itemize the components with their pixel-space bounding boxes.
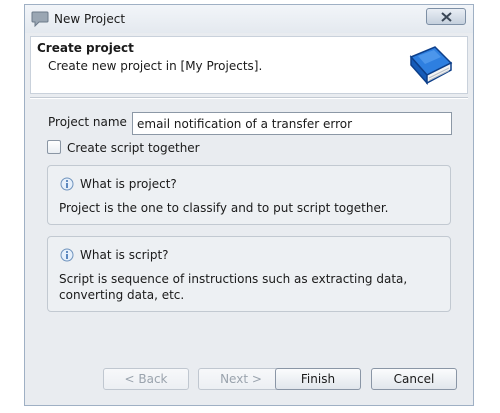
create-script-checkbox[interactable] (47, 140, 61, 154)
close-button[interactable] (426, 8, 466, 25)
title-bar[interactable]: New Project (25, 5, 473, 33)
book-icon (409, 46, 453, 85)
close-icon (441, 12, 452, 22)
header-subtitle: Create new project in [My Projects]. (48, 59, 263, 73)
wizard-header: Create project Create new project in [My… (30, 36, 468, 94)
script-info-title: What is script? (80, 248, 169, 262)
back-button[interactable]: < Back (103, 368, 189, 390)
cancel-button[interactable]: Cancel (371, 368, 457, 390)
speech-bubble-icon (31, 11, 49, 27)
project-name-label: Project name (48, 115, 127, 129)
finish-button[interactable]: Finish (275, 368, 361, 390)
project-info-title: What is project? (80, 177, 177, 191)
header-title: Create project (37, 41, 134, 55)
script-info-text: Script is sequence of instructions such … (59, 272, 408, 302)
info-icon (60, 248, 74, 262)
project-info-panel: What is project? Project is the one to c… (47, 165, 451, 225)
create-script-label[interactable]: Create script together (67, 141, 200, 155)
header-separator (30, 97, 468, 99)
window-title: New Project (54, 12, 126, 26)
new-project-dialog: New Project Create project Create new pr… (24, 4, 474, 406)
project-info-text: Project is the one to classify and to pu… (59, 201, 389, 215)
next-button[interactable]: Next > (198, 368, 284, 390)
script-info-panel: What is script? Script is sequence of in… (47, 236, 451, 312)
project-name-input[interactable] (132, 112, 452, 135)
info-icon (60, 177, 74, 191)
